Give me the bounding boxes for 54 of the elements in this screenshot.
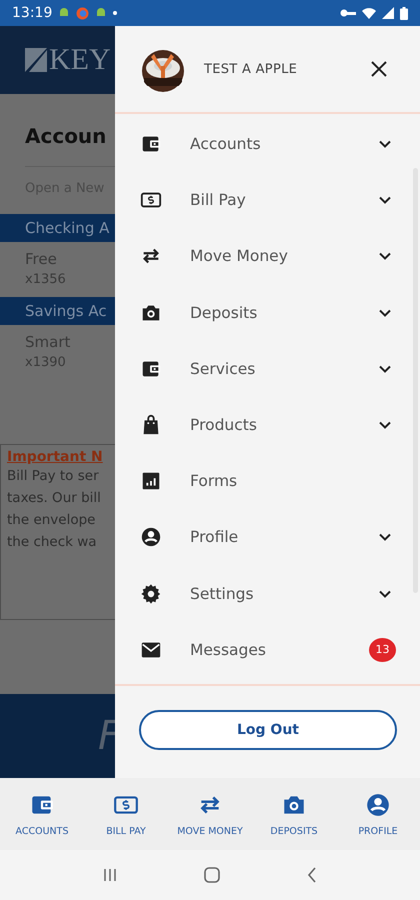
- menu-label: Move Money: [190, 247, 289, 266]
- menu-item[interactable]: Services: [115, 340, 420, 397]
- menu-item[interactable]: Move Money: [115, 228, 420, 285]
- nav-tab[interactable]: PROFILE: [336, 778, 420, 850]
- menu-item[interactable]: Accounts: [115, 116, 420, 172]
- android-icon: [58, 7, 70, 19]
- nav-tab[interactable]: MOVE MONEY: [168, 778, 252, 850]
- page-title: Accoun: [25, 124, 108, 148]
- notice-text: Bill Pay to ser: [7, 467, 100, 486]
- nav-tab[interactable]: ACCOUNTS: [0, 778, 84, 850]
- menu-label: Bill Pay: [190, 191, 247, 210]
- dot-icon: [113, 11, 118, 15]
- key-icon: [340, 8, 356, 18]
- person-icon: [365, 792, 391, 818]
- logo: KEY: [49, 45, 111, 75]
- menu-label: Accounts: [190, 135, 262, 154]
- menu-item[interactable]: Deposits: [115, 284, 420, 341]
- menu-label: Services: [190, 360, 256, 378]
- wifi-icon: [362, 7, 376, 19]
- nav-tab[interactable]: DEPOSITS: [252, 778, 336, 850]
- battery-icon: [400, 6, 408, 20]
- recent-apps-icon[interactable]: [102, 867, 118, 883]
- menu-item[interactable]: Bill Pay: [115, 172, 420, 228]
- back-icon[interactable]: [306, 866, 318, 884]
- home-icon[interactable]: [202, 866, 221, 884]
- notice-text: the envelope: [7, 511, 96, 530]
- log-out-button[interactable]: Log Out: [139, 710, 397, 750]
- notice-title: Important N: [7, 449, 104, 465]
- settings-icon: [140, 582, 162, 605]
- notice-text: taxes. Our bill: [7, 489, 102, 508]
- section-header: Savings Ac: [0, 297, 115, 325]
- menu-item[interactable]: Products: [115, 396, 420, 454]
- person-icon: [140, 526, 162, 548]
- menu-item[interactable]: Forms: [115, 453, 420, 510]
- nav-tab[interactable]: BILL PAY: [84, 778, 168, 850]
- menu-label: Forms: [190, 472, 238, 490]
- count-badge: 13: [369, 638, 396, 662]
- menu-item[interactable]: Profile: [115, 509, 420, 566]
- menu-label: Deposits: [190, 304, 258, 322]
- user-name: TEST A APPLE: [204, 62, 298, 76]
- section-header: Checking A: [0, 214, 115, 242]
- menu-label: Messages: [190, 640, 268, 659]
- menu-label: Products: [190, 416, 258, 434]
- bar-chart-icon: [140, 470, 162, 492]
- android-icon: [95, 7, 108, 19]
- notice-text: the check wa: [7, 533, 98, 552]
- logo-icon: [25, 48, 47, 72]
- menu-label: Profile: [190, 528, 240, 546]
- app-icon: [76, 6, 90, 20]
- signal-icon: [382, 7, 394, 19]
- status-time: 13:19: [12, 5, 52, 21]
- menu-label: Settings: [190, 584, 255, 603]
- menu-item[interactable]: Settings: [115, 566, 420, 622]
- menu-item[interactable]: Messages 13: [115, 622, 420, 678]
